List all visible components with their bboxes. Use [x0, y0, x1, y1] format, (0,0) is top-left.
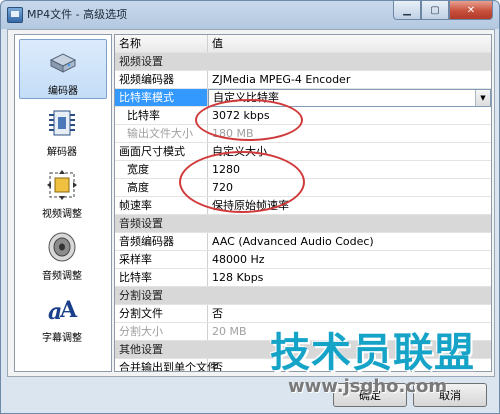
sidebar-item-audio-adjust[interactable]: 音频调整 — [19, 225, 105, 283]
prop-row-frame-rate[interactable]: 帧速率 保持原始帧速率 — [115, 197, 491, 215]
minimize-button[interactable]: ▁ — [393, 1, 421, 20]
prop-row-frame-size-mode[interactable]: 画面尺寸模式 自定义大小 — [115, 143, 491, 161]
prop-row-sample-rate[interactable]: 采样率 48000 Hz — [115, 251, 491, 269]
watermark-text: 技术员联盟 — [270, 330, 475, 376]
sidebar-item-subtitle-adjust[interactable]: a A 字幕调整 — [19, 287, 105, 345]
prop-value: ZJMedia MPEG-4 Encoder — [212, 73, 351, 86]
sidebar-item-label: 编码器 — [48, 86, 78, 97]
section-label: 音频设置 — [119, 217, 163, 230]
window-controls: ▁ ▢ ✕ — [393, 1, 493, 20]
prop-value: 48000 Hz — [212, 253, 265, 266]
close-button[interactable]: ✕ — [449, 1, 493, 20]
svg-text:A: A — [59, 297, 78, 323]
site-watermark: 技术员联盟 www.jsgho.com — [270, 320, 490, 410]
annotation-circle-bitrate — [195, 99, 303, 141]
maximize-button[interactable]: ▢ — [421, 1, 449, 20]
window-title: MP4文件 - 高级选项 — [27, 8, 128, 21]
video-adjust-icon — [47, 170, 77, 200]
chevron-down-icon[interactable]: ▼ — [475, 90, 490, 106]
prop-value: 128 Kbps — [212, 271, 264, 284]
prop-name: 比特率 — [115, 107, 208, 124]
sidebar-item-decoder[interactable]: 解码器 — [19, 101, 105, 159]
grid-header: 名称 值 — [115, 35, 491, 53]
prop-name: 分割文件 — [115, 305, 208, 322]
prop-name: 音频编码器 — [115, 233, 208, 250]
section-label: 分割设置 — [119, 289, 163, 302]
prop-name: 比特率模式 — [115, 89, 208, 106]
sidebar-item-encoder[interactable]: 编码器 — [19, 39, 107, 99]
category-sidebar: 编码器 解码器 视频调整 音频调整 a A 字幕调整 — [14, 34, 112, 372]
sidebar-item-label: 音频调整 — [42, 271, 82, 282]
prop-row-audio-bitrate[interactable]: 比特率 128 Kbps — [115, 269, 491, 287]
encoder-drive-icon — [49, 53, 77, 73]
prop-name: 输出文件大小 — [115, 125, 208, 142]
minimize-icon: ▁ — [403, 4, 411, 16]
subtitle-a-icon: a A — [48, 297, 78, 325]
title-bar: MP4文件 - 高级选项 ▁ ▢ ✕ — [1, 1, 499, 27]
maximize-icon: ▢ — [430, 4, 440, 16]
prop-name: 采样率 — [115, 251, 208, 268]
prop-name: 合并输出到单个文件 — [115, 359, 218, 371]
prop-name: 分割大小 — [115, 323, 208, 340]
watermark-url: www.jsgho.com — [288, 376, 448, 397]
sidebar-item-label: 视频调整 — [42, 209, 82, 220]
prop-row-video-encoder[interactable]: 视频编码器 ZJMedia MPEG-4 Encoder — [115, 71, 491, 89]
section-label: 视频设置 — [119, 55, 163, 68]
sidebar-item-label: 字幕调整 — [42, 333, 82, 344]
prop-value: AAC (Advanced Audio Codec) — [212, 235, 374, 248]
sidebar-item-video-adjust[interactable]: 视频调整 — [19, 163, 105, 221]
prop-name: 比特率 — [115, 269, 208, 286]
prop-row-output-size: 输出文件大小 180 MB — [115, 125, 491, 143]
prop-row-audio-encoder[interactable]: 音频编码器 AAC (Advanced Audio Codec) — [115, 233, 491, 251]
section-audio-settings[interactable]: 音频设置 — [115, 215, 491, 233]
prop-row-bitrate[interactable]: 比特率 3072 kbps — [115, 107, 491, 125]
app-icon — [7, 7, 23, 23]
prop-row-bitrate-mode[interactable]: 比特率模式 自定义比特率 ▼ — [115, 89, 491, 107]
header-name: 名称 — [115, 35, 208, 52]
sidebar-item-label: 解码器 — [47, 147, 77, 158]
speaker-icon — [48, 232, 76, 262]
annotation-circle-dimensions — [179, 151, 305, 213]
header-value: 值 — [212, 37, 223, 50]
close-icon: ✕ — [466, 4, 476, 16]
prop-name: 画面尺寸模式 — [115, 143, 208, 160]
section-split-settings[interactable]: 分割设置 — [115, 287, 491, 305]
prop-name: 视频编码器 — [115, 71, 208, 88]
decoder-chip-icon — [49, 110, 75, 136]
section-video-settings[interactable]: 视频设置 — [115, 53, 491, 71]
